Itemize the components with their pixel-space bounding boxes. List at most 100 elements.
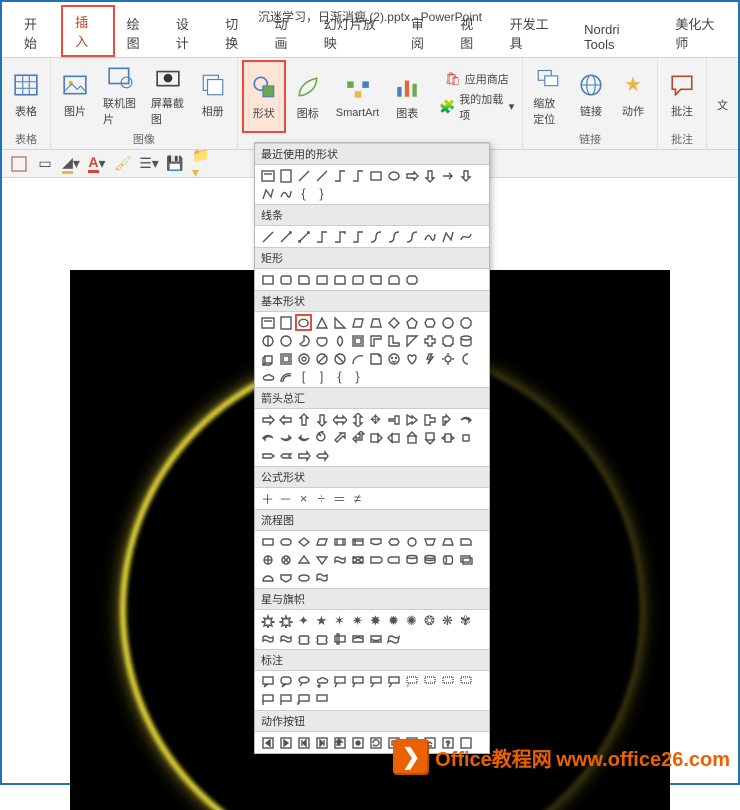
basic-moon[interactable]	[457, 350, 474, 367]
basic-smile[interactable]	[385, 350, 402, 367]
basic-heptagon[interactable]	[439, 314, 456, 331]
shape-rect[interactable]	[367, 167, 384, 184]
st-r8[interactable]	[385, 630, 402, 647]
st-1[interactable]	[259, 612, 276, 629]
fl-19[interactable]	[367, 551, 384, 568]
ac-1[interactable]	[259, 734, 276, 751]
st-8[interactable]: ✹	[385, 612, 402, 629]
fl-5[interactable]	[331, 533, 348, 550]
eq-minus[interactable]: －	[277, 490, 294, 507]
ac-3[interactable]	[295, 734, 312, 751]
ar-10[interactable]	[421, 411, 438, 428]
ar-4[interactable]	[313, 411, 330, 428]
st-r4[interactable]	[313, 630, 330, 647]
ar-2[interactable]	[277, 411, 294, 428]
fl-13[interactable]	[259, 551, 276, 568]
text-button[interactable]: 文	[711, 60, 734, 149]
ar-12[interactable]	[457, 411, 474, 428]
eq-mult[interactable]: ×	[295, 490, 312, 507]
co-10[interactable]	[421, 673, 438, 690]
basic-donut[interactable]	[295, 350, 312, 367]
tab-nordri[interactable]: Nordri Tools	[572, 17, 663, 57]
shape-line2[interactable]	[313, 167, 330, 184]
basic-parallelogram[interactable]	[349, 314, 366, 331]
tab-insert[interactable]: 插入	[61, 5, 114, 57]
basic-triangle[interactable]	[313, 314, 330, 331]
rect-3[interactable]	[295, 271, 312, 288]
fill-color-icon[interactable]: ◢▾	[62, 155, 80, 173]
folder-icon[interactable]: 📁▾	[192, 155, 210, 173]
fl-14[interactable]	[277, 551, 294, 568]
fl-20[interactable]	[385, 551, 402, 568]
co-5[interactable]	[331, 673, 348, 690]
pictures-button[interactable]: 图片	[55, 60, 95, 129]
ar-24[interactable]	[457, 429, 474, 446]
fl-3[interactable]	[295, 533, 312, 550]
basic-octagon[interactable]	[457, 314, 474, 331]
co-9[interactable]	[403, 673, 420, 690]
shape-line-a[interactable]	[259, 228, 276, 245]
tab-animations[interactable]: 动画	[262, 9, 311, 57]
basic-trapezoid[interactable]	[367, 314, 384, 331]
fl-10[interactable]	[421, 533, 438, 550]
zoom-button[interactable]: 缩放定位	[527, 60, 569, 129]
shape-scribble[interactable]	[277, 185, 294, 202]
fl-4[interactable]	[313, 533, 330, 550]
shape-arrow-c[interactable]	[439, 167, 456, 184]
ar-25[interactable]	[259, 447, 276, 464]
tab-draw[interactable]: 绘图	[115, 9, 164, 57]
basic-pentagon[interactable]	[403, 314, 420, 331]
basic-rbrace2[interactable]: }	[349, 368, 366, 385]
st-r3[interactable]	[295, 630, 312, 647]
shape-free2[interactable]	[439, 228, 456, 245]
basic-rtriangle[interactable]	[331, 314, 348, 331]
basic-tear[interactable]	[331, 332, 348, 349]
fl-22[interactable]	[421, 551, 438, 568]
fl-24[interactable]	[457, 551, 474, 568]
tables-button[interactable]: 表格	[6, 60, 46, 129]
shape-line-c[interactable]	[295, 228, 312, 245]
ac-7[interactable]	[367, 734, 384, 751]
st-3[interactable]: ✦	[295, 612, 312, 629]
tab-beautify[interactable]: 美化大师	[663, 9, 738, 57]
basic-arc[interactable]	[349, 350, 366, 367]
eq-div[interactable]: ÷	[313, 490, 330, 507]
basic-diag[interactable]	[403, 332, 420, 349]
basic-lbrace2[interactable]: {	[331, 368, 348, 385]
ar-19[interactable]	[367, 429, 384, 446]
st-6[interactable]: ✷	[349, 612, 366, 629]
eq-neq[interactable]: ≠	[349, 490, 366, 507]
ar-6[interactable]	[349, 411, 366, 428]
st-r5[interactable]	[331, 630, 348, 647]
ar-15[interactable]	[295, 429, 312, 446]
basic-bevel[interactable]	[277, 350, 294, 367]
co-2[interactable]	[277, 673, 294, 690]
st-10[interactable]: ❂	[421, 612, 438, 629]
basic-textbox2[interactable]	[277, 314, 294, 331]
rect-4[interactable]	[313, 271, 330, 288]
shape-rbrace[interactable]: }	[313, 185, 330, 202]
chart-button[interactable]: 图表	[387, 60, 427, 133]
shape-textbox[interactable]	[259, 167, 276, 184]
co-6[interactable]	[349, 673, 366, 690]
basic-chord[interactable]	[313, 332, 330, 349]
tab-developer[interactable]: 开发工具	[498, 9, 573, 57]
st-r6[interactable]	[349, 630, 366, 647]
co-12[interactable]	[457, 673, 474, 690]
fl-12[interactable]	[457, 533, 474, 550]
ar-13[interactable]	[259, 429, 276, 446]
basic-cloud[interactable]	[259, 368, 276, 385]
fl-9[interactable]	[403, 533, 420, 550]
co-16[interactable]	[313, 691, 330, 708]
basic-oval[interactable]	[295, 314, 312, 331]
shape-line[interactable]	[295, 167, 312, 184]
shapes-button[interactable]: 形状	[242, 60, 286, 133]
basic-lshape[interactable]	[385, 332, 402, 349]
new-slide-icon[interactable]	[10, 155, 28, 173]
format-painter-icon[interactable]: 🖌	[114, 155, 132, 173]
rect-9[interactable]	[403, 271, 420, 288]
fl-27[interactable]	[295, 569, 312, 586]
st-9[interactable]: ✺	[403, 612, 420, 629]
ar-7[interactable]: ✥	[367, 411, 384, 428]
ar-17[interactable]	[331, 429, 348, 446]
